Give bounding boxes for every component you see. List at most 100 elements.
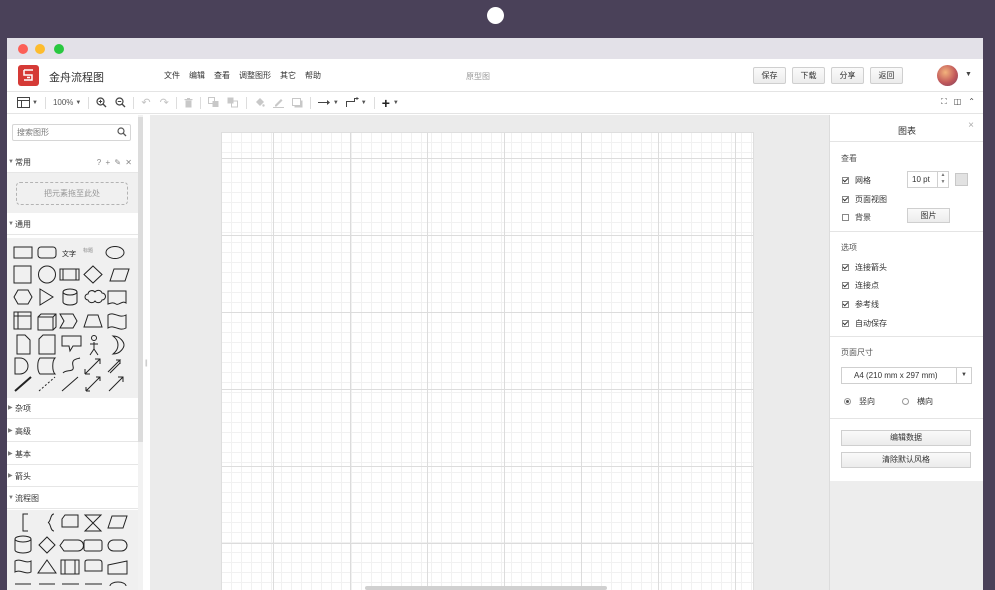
page-size-select[interactable]: A4 (210 mm x 297 mm) ▼ — [841, 367, 972, 384]
scratchpad-tools[interactable]: ? + ✎ ✕ — [97, 152, 133, 173]
extract-shape[interactable] — [37, 559, 57, 574]
decision-shape[interactable] — [38, 536, 56, 554]
parallelogram-shape[interactable] — [109, 268, 130, 282]
section-common[interactable]: ▼ 常用 ? + ✎ ✕ — [7, 152, 138, 173]
shadow-button[interactable] — [291, 92, 303, 114]
document-title[interactable]: 原型图 — [466, 71, 490, 82]
format-panel-toggle-icon[interactable]: ◫ — [954, 97, 962, 107]
display-shape[interactable] — [59, 539, 84, 552]
save-button[interactable]: 保存 — [753, 67, 786, 84]
ellipse-shape[interactable] — [105, 246, 125, 259]
download-button[interactable]: 下载 — [792, 67, 825, 84]
portrait-option[interactable]: 竖向 — [844, 396, 875, 407]
section-flowchart[interactable]: ▼ 流程图 — [7, 488, 138, 509]
connection-style-button[interactable]: ▼ — [317, 92, 339, 114]
edit-data-button[interactable]: 编辑数据 — [841, 430, 971, 446]
guides-checkbox[interactable] — [842, 301, 849, 308]
shape-search-input[interactable] — [13, 125, 113, 140]
zoom-in-button[interactable] — [96, 92, 107, 114]
manual-operation-shape[interactable] — [61, 514, 79, 528]
grid-checkbox[interactable] — [842, 177, 849, 184]
stepper-arrows-icon[interactable]: ▲ ▼ — [937, 172, 948, 187]
cube-shape[interactable] — [37, 313, 57, 331]
circle-shape[interactable] — [38, 265, 56, 284]
menu-help[interactable]: 帮助 — [305, 70, 321, 81]
predefined-process-shape[interactable] — [60, 559, 80, 575]
step-shape[interactable] — [59, 313, 78, 329]
hexagon-shape[interactable] — [13, 289, 33, 305]
tape-shape[interactable] — [107, 313, 127, 330]
menu-edit[interactable]: 编辑 — [189, 70, 205, 81]
undo-button[interactable]: ↶ — [141, 92, 150, 114]
diagram-canvas[interactable] — [150, 115, 829, 590]
database-shape[interactable] — [14, 535, 32, 554]
chevron-down-icon[interactable]: ▼ — [956, 368, 971, 383]
document-shape[interactable] — [107, 290, 127, 305]
curve-shape[interactable] — [62, 357, 81, 374]
page-view-checkbox[interactable] — [842, 196, 849, 203]
trapezoid-shape[interactable] — [83, 314, 103, 328]
card-shape[interactable] — [38, 334, 56, 355]
grid-size-stepper[interactable]: 10 pt ▲ ▼ — [907, 171, 949, 188]
section-general[interactable]: ▼ 通用 — [7, 214, 138, 235]
grid-color-swatch[interactable] — [955, 173, 968, 186]
partial-shape-5[interactable] — [109, 581, 127, 587]
portrait-radio[interactable] — [844, 398, 851, 405]
to-back-button[interactable] — [227, 92, 239, 114]
menu-file[interactable]: 文件 — [164, 70, 180, 81]
line-color-button[interactable] — [272, 92, 284, 114]
square-shape[interactable] — [13, 265, 32, 284]
to-front-button[interactable] — [207, 92, 220, 114]
maximize-window-button[interactable] — [54, 44, 64, 54]
redo-button[interactable]: ↷ — [160, 92, 169, 114]
delete-button[interactable] — [184, 92, 193, 114]
section-basic[interactable]: ▶ 基本 — [7, 444, 138, 465]
text-shape[interactable]: 文字 — [62, 249, 76, 258]
close-icon[interactable]: × — [968, 120, 974, 131]
connection-arrows-option[interactable]: 连接箭头 — [842, 262, 887, 273]
off-page-connector-shape[interactable] — [84, 559, 103, 572]
page-view-option[interactable]: 页面视图 — [842, 194, 887, 205]
fullscreen-icon[interactable]: ⛶ — [941, 97, 947, 107]
data-shape[interactable] — [107, 515, 128, 529]
menu-arrange[interactable]: 调整图形 — [239, 70, 271, 81]
brace-shape[interactable] — [47, 513, 55, 532]
fill-color-button[interactable] — [254, 92, 265, 114]
background-checkbox[interactable] — [842, 214, 849, 221]
view-toggle-button[interactable]: ▼ — [17, 92, 38, 114]
callout-shape[interactable] — [61, 335, 82, 353]
zoom-select[interactable]: 100% ▼ — [53, 92, 81, 114]
internal-storage-shape[interactable] — [13, 311, 32, 330]
note-shape[interactable] — [16, 334, 31, 355]
triangle-shape[interactable] — [39, 288, 54, 306]
collapse-icon[interactable]: ⌃ — [968, 97, 975, 107]
share-button[interactable]: 分享 — [831, 67, 864, 84]
autosave-option[interactable]: 自动保存 — [842, 318, 887, 329]
arrow-line-shape[interactable] — [108, 376, 124, 392]
zoom-out-button[interactable] — [115, 92, 126, 114]
insert-button[interactable]: + ▼ — [382, 92, 399, 114]
autosave-checkbox[interactable] — [842, 320, 849, 327]
background-option[interactable]: 背景 — [842, 212, 871, 223]
landscape-radio[interactable] — [902, 398, 909, 405]
rectangle-shape[interactable] — [13, 246, 33, 259]
section-arrows[interactable]: ▶ 箭头 — [7, 466, 138, 487]
double-arrow-line-shape[interactable] — [85, 376, 101, 392]
grid-option[interactable]: 网格 — [842, 175, 871, 186]
waypoints-button[interactable]: ▼ — [345, 92, 367, 114]
search-icon[interactable] — [117, 127, 127, 137]
punched-tape-shape[interactable] — [14, 559, 32, 574]
user-avatar[interactable] — [937, 65, 958, 86]
or-shape[interactable] — [14, 357, 29, 375]
diagram-page[interactable] — [221, 132, 754, 590]
connection-points-checkbox[interactable] — [842, 282, 849, 289]
clear-default-style-button[interactable]: 清除默认风格 — [841, 452, 971, 468]
guides-option[interactable]: 参考线 — [842, 299, 879, 310]
section-misc[interactable]: ▶ 杂项 — [7, 398, 138, 419]
actor-shape[interactable] — [89, 342, 99, 356]
landscape-option[interactable]: 横向 — [902, 396, 933, 407]
crescent-shape[interactable] — [111, 335, 125, 355]
cylinder-shape[interactable] — [62, 288, 78, 306]
manual-input-shape[interactable] — [107, 560, 128, 575]
line-shape[interactable] — [61, 376, 79, 392]
